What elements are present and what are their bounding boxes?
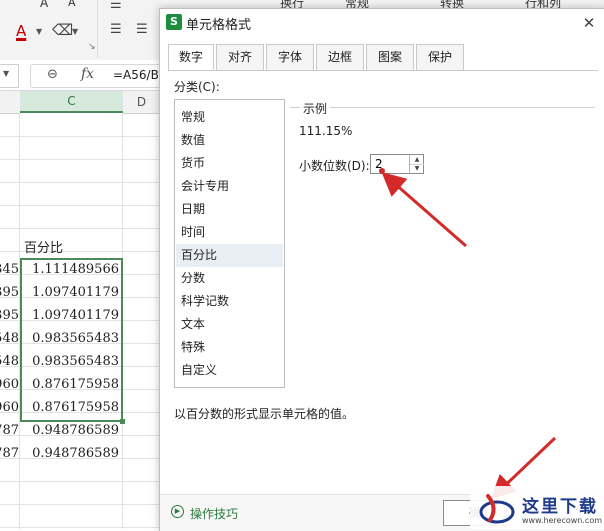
- watermark-logo-icon: [479, 494, 515, 524]
- red-arrow-to-decimal: [381, 172, 467, 248]
- watermark-name: 这里下载: [522, 497, 598, 517]
- watermark: 这里下载 www.herecown.com: [470, 486, 604, 529]
- watermark-url: www.herecown.com: [522, 516, 602, 525]
- arrow-tip-dot: [379, 168, 385, 174]
- annotation-arrows: [379, 168, 557, 500]
